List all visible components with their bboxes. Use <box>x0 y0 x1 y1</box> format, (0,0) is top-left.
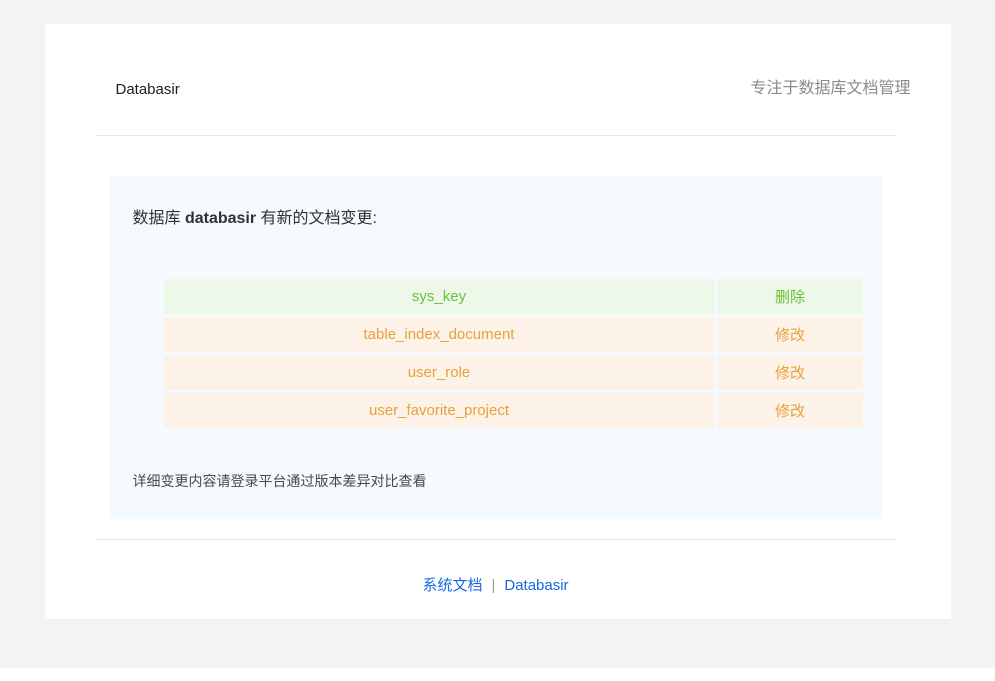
summary-suffix: 有新的文档变更: <box>256 210 377 227</box>
table-action-cell: 删除 <box>718 279 863 314</box>
summary-prefix: 数据库 <box>133 210 185 227</box>
table-row: user_role 修改 <box>164 355 863 390</box>
table-name-cell: user_role <box>164 355 715 390</box>
footer-divider <box>96 539 896 540</box>
table-action-cell: 修改 <box>718 393 863 428</box>
detail-note: 详细变更内容请登录平台通过版本差异对比查看 <box>133 471 859 491</box>
table-name-cell: sys_key <box>164 279 715 314</box>
table-row: table_index_document 修改 <box>164 317 863 352</box>
table-name-cell: table_index_document <box>164 317 715 352</box>
footer-link-docs[interactable]: 系统文档 <box>422 577 482 594</box>
tagline: 专注于数据库文档管理 <box>750 74 910 98</box>
email-card: Databasir 专注于数据库文档管理 数据库 databasir 有新的文档… <box>45 24 951 619</box>
table-name-cell: user_favorite_project <box>164 393 715 428</box>
table-action-cell: 修改 <box>718 317 863 352</box>
footer: 系统文档 | Databasir <box>96 574 896 595</box>
header: Databasir 专注于数据库文档管理 <box>96 24 896 98</box>
table-row: sys_key 删除 <box>164 279 863 314</box>
page-background: Databasir 专注于数据库文档管理 数据库 databasir 有新的文档… <box>0 0 995 668</box>
table-action-cell: 修改 <box>718 355 863 390</box>
notification-panel: 数据库 databasir 有新的文档变更: sys_key 删除 table_… <box>109 176 883 519</box>
table-row: user_favorite_project 修改 <box>164 393 863 428</box>
changes-table: sys_key 删除 table_index_document 修改 user_… <box>161 276 866 431</box>
footer-separator: | <box>491 577 495 594</box>
database-name: databasir <box>185 210 256 227</box>
change-summary: 数据库 databasir 有新的文档变更: <box>133 208 859 230</box>
header-divider <box>96 135 896 136</box>
footer-link-databasir[interactable]: Databasir <box>504 577 568 594</box>
brand-title: Databasir <box>116 81 180 98</box>
